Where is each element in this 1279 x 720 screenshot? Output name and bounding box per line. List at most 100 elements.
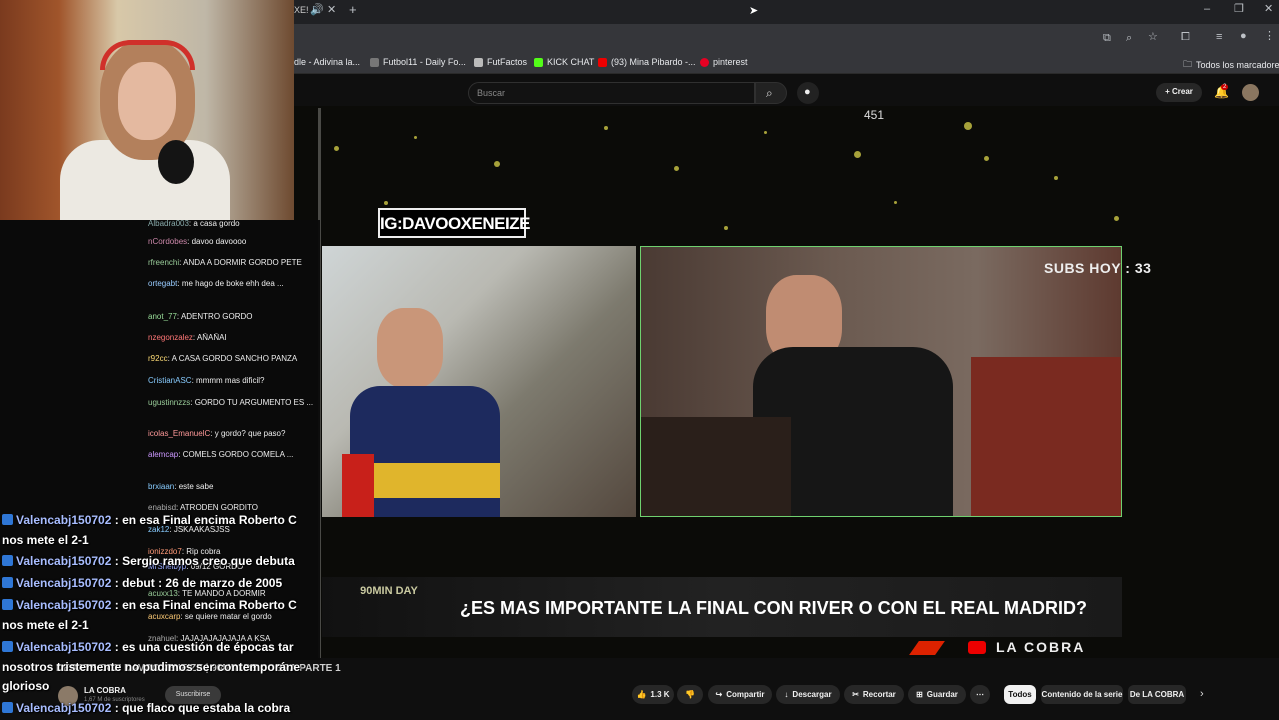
chat-username[interactable]: nCordobes (148, 237, 187, 246)
bookmark-item[interactable]: Futbol11 - Daily Fo... (370, 57, 466, 67)
close-window-icon[interactable]: ✕ (1264, 4, 1273, 15)
chat-text: este sabe (178, 482, 214, 491)
chat-username[interactable]: alemcap (148, 450, 178, 459)
youtube-icon (598, 57, 607, 67)
chat-badge-icon (2, 599, 13, 610)
create-button[interactable]: + Crear (1156, 83, 1202, 102)
menu-icon[interactable]: ⋮ (1264, 31, 1275, 42)
new-tab-icon[interactable]: + (349, 3, 357, 16)
thumbs-down-icon: 👎 (685, 690, 695, 699)
chat-text: debut : 26 de marzo de 2005 (122, 576, 283, 590)
more-actions-button[interactable]: ⋯ (970, 685, 990, 704)
chat-message-small: anot_77: ADENTRO GORDO (148, 312, 253, 321)
pinterest-icon (700, 57, 709, 67)
chat-text: a casa gordo (193, 219, 240, 228)
restore-icon[interactable]: ❐ (1234, 4, 1244, 15)
bookmark-favicon-icon (370, 57, 379, 67)
chip-from-channel[interactable]: De LA COBRA (1128, 685, 1186, 704)
download-icon: ↓ (784, 690, 789, 699)
chat-message-small: rfreenchi: ANDA A DORMIR GORDO PETE (148, 258, 302, 267)
chat-text: GORDO TU ARGUMENTO ES ... (194, 398, 314, 407)
chat-text: Sergio ramos creo que debuta (122, 554, 295, 568)
folder-icon: 🗀 (1183, 59, 1193, 69)
chat-text: TE MANDO A DORMIR (182, 589, 266, 598)
tab-audio-icon[interactable]: 🔊 (310, 5, 324, 16)
share-button[interactable]: ↪ Compartir (708, 685, 772, 704)
chat-username[interactable]: Valencabj150702 (16, 701, 111, 715)
bookmark-item[interactable]: pinterest (700, 57, 748, 67)
chat-username[interactable]: Valencabj150702 (16, 576, 111, 590)
guest-face (377, 308, 443, 388)
media-controls-icon[interactable]: ≡ (1216, 32, 1222, 43)
chat-message-highlight: Valencabj150702 : en esa Final encima Ro… (2, 513, 302, 527)
bookmark-item[interactable]: KICK CHAT (534, 57, 594, 67)
voice-search-button[interactable]: ● (797, 82, 819, 104)
share-icon: ↪ (715, 690, 723, 699)
search-input[interactable]: Buscar (468, 82, 755, 104)
guest-webcam-feed (322, 246, 636, 517)
tab-close-icon[interactable]: ✕ (327, 5, 336, 16)
chat-username[interactable]: acuxx13 (148, 589, 178, 598)
thumbs-up-icon: 👍 (636, 690, 647, 699)
red-bottle (342, 454, 374, 517)
chat-username[interactable]: Valencabj150702 (16, 598, 111, 612)
chat-username[interactable]: ortegabt (148, 279, 177, 288)
chat-username[interactable]: enabisd (148, 503, 176, 512)
profile-icon[interactable]: ● (1240, 31, 1247, 42)
clip-button[interactable]: ✂ Recortar (844, 685, 904, 704)
chat-username[interactable]: Valencabj150702 (16, 640, 111, 654)
chat-username[interactable]: rfreenchi (148, 258, 179, 267)
download-button[interactable]: ↓ Descargar (776, 685, 840, 704)
search-button[interactable]: ⌕ (755, 82, 787, 104)
chat-badge-icon (2, 514, 13, 525)
chat-username[interactable]: brxiaan (148, 482, 174, 491)
chat-username[interactable]: Albadra003 (148, 219, 189, 228)
chat-username[interactable]: nzegonzalez (148, 333, 193, 342)
chat-message-small: ugustinnzzs: GORDO TU ARGUMENTO ES ... (148, 398, 314, 407)
chat-badge-icon (2, 641, 13, 652)
extensions-icon[interactable]: ⧠ (1181, 32, 1190, 43)
all-bookmarks-folder[interactable]: 🗀 Todos los marcadores (1183, 57, 1279, 73)
chat-message-small: acuxx13: TE MANDO A DORMIR (148, 589, 266, 598)
chat-message-highlight: nos mete el 2-1 (2, 533, 302, 547)
chat-text: que flaco que estaba la cobra (122, 701, 291, 715)
tab-title-fragment[interactable]: XE! (294, 6, 309, 15)
streamer-webcam-overlay (0, 0, 294, 220)
chat-username[interactable]: r92cc (148, 354, 168, 363)
bookmark-item[interactable]: dle - Adivina la... (294, 57, 360, 67)
chip-all[interactable]: Todos (1004, 685, 1036, 704)
minimize-icon[interactable]: – (1204, 4, 1210, 15)
install-app-icon[interactable]: ⧉ (1103, 33, 1111, 44)
headphones-icon (100, 40, 195, 70)
account-avatar[interactable] (1242, 84, 1259, 101)
chat-badge-icon (2, 555, 13, 566)
chat-username[interactable]: icolas_EmanuelC (148, 429, 210, 438)
save-button[interactable]: ⊞ Guardar (908, 685, 966, 704)
chat-message-highlight: Valencabj150702 : en esa Final encima Ro… (2, 598, 302, 612)
chat-username[interactable]: ugustinnzzs (148, 398, 190, 407)
chat-message-highlight: glorioso (2, 679, 302, 693)
chat-username[interactable]: anot_77 (148, 312, 177, 321)
chevron-right-icon[interactable]: › (1200, 689, 1204, 700)
chat-text: nosotros tristemente no pudimos ser cont… (2, 660, 301, 674)
chat-username[interactable]: Valencabj150702 (16, 513, 111, 527)
chat-text: ATRODEN GORDITO (180, 503, 258, 512)
chat-username[interactable]: CristianASC (148, 376, 192, 385)
chat-text: en esa Final encima Roberto C (122, 598, 297, 612)
bookmark-item[interactable]: FutFactos (474, 57, 527, 67)
youtube-logo-icon (968, 641, 986, 654)
chat-message-highlight: Valencabj150702 : que flaco que estaba l… (2, 701, 302, 715)
chip-series-content[interactable]: Contenido de la serie (1041, 685, 1123, 704)
chat-username[interactable]: Valencabj150702 (16, 554, 111, 568)
chat-message-small: enabisd: ATRODEN GORDITO (148, 503, 258, 512)
zoom-icon[interactable]: ⌕ (1126, 33, 1132, 44)
dislike-button[interactable]: 👎 (677, 685, 703, 704)
more-icon: ⋯ (976, 690, 984, 699)
chat-text: ADENTRO GORDO (180, 312, 253, 321)
chat-text: A CASA GORDO SANCHO PANZA (171, 354, 298, 363)
chat-text: AÑAÑAI (196, 333, 227, 342)
bookmark-star-icon[interactable]: ☆ (1148, 32, 1158, 43)
chat-text: nos mete el 2-1 (2, 533, 89, 547)
like-button[interactable]: 👍 1.3 K (632, 685, 674, 704)
bookmark-item[interactable]: (93) Mina Pibardo -... (598, 57, 696, 67)
